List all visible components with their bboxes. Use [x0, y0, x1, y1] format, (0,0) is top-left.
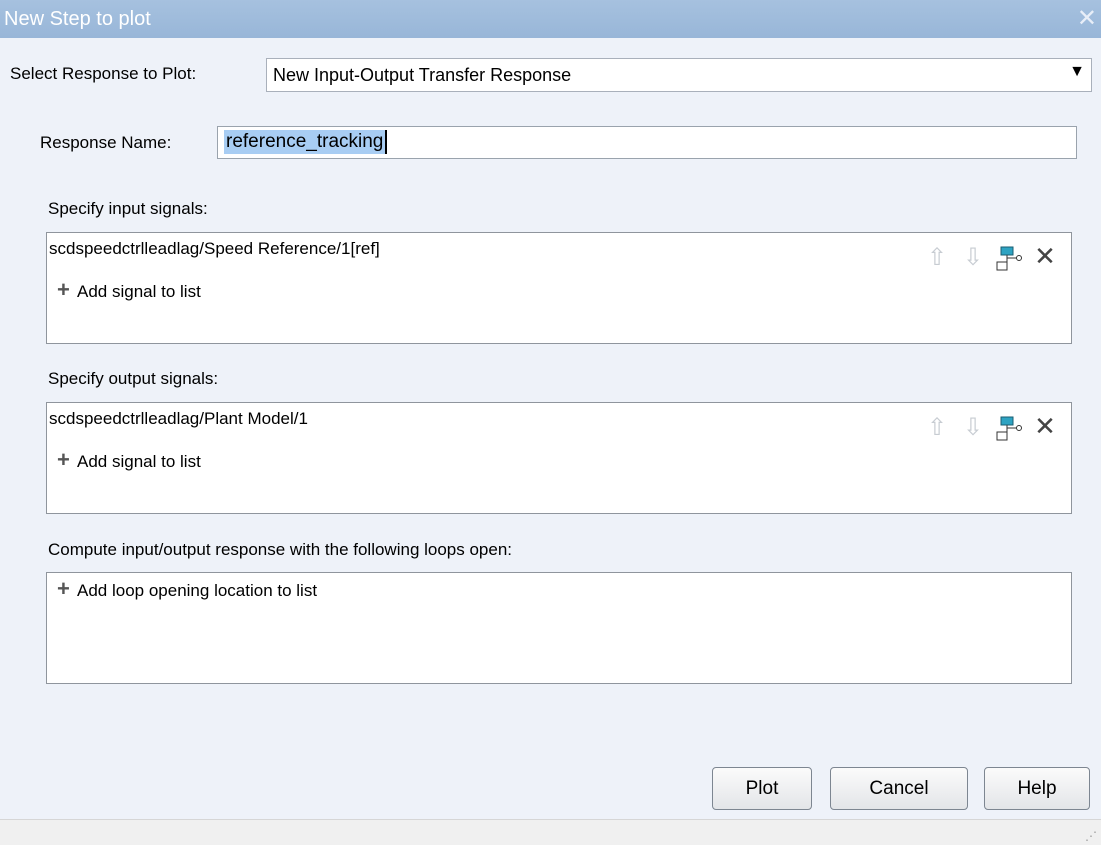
title-bar: New Step to plot ✕ — [0, 0, 1101, 38]
add-output-signal-button[interactable]: + Add signal to list — [57, 447, 201, 472]
plot-button[interactable]: Plot — [712, 767, 812, 810]
window-title: New Step to plot — [4, 8, 151, 30]
delete-icon[interactable]: ✕ — [1029, 411, 1061, 443]
response-name-input[interactable]: reference_tracking — [217, 126, 1077, 159]
move-up-icon[interactable]: ⇧ — [921, 413, 953, 445]
delete-icon[interactable]: ✕ — [1029, 241, 1061, 273]
cancel-button[interactable]: Cancel — [830, 767, 968, 810]
close-icon[interactable]: ✕ — [1077, 0, 1097, 38]
plus-icon: + — [57, 447, 70, 472]
output-signals-list: scdspeedctrlleadlag/Plant Model/1 ⇧ ⇩ ✕ + A… — [46, 402, 1072, 514]
loop-openings-list: + Add loop opening location to list — [46, 572, 1072, 684]
loop-openings-label: Compute input/output response with the f… — [48, 540, 513, 559]
select-from-model-icon[interactable] — [993, 243, 1025, 275]
output-signal-toolbar: ⇧ ⇩ ✕ — [917, 411, 1061, 445]
plus-icon: + — [57, 277, 70, 302]
add-loop-opening-label: Add loop opening location to list — [77, 581, 318, 600]
response-name-value: reference_tracking — [224, 130, 388, 154]
plus-icon: + — [57, 576, 70, 601]
response-type-value: New Input-Output Transfer Response — [273, 65, 572, 85]
add-loop-opening-button[interactable]: + Add loop opening location to list — [57, 576, 318, 601]
dropdown-arrow-icon[interactable]: ▼ — [1069, 63, 1085, 81]
help-button[interactable]: Help — [984, 767, 1090, 810]
select-response-label: Select Response to Plot: — [10, 64, 197, 83]
add-input-signal-label: Add signal to list — [77, 282, 201, 301]
status-bar: ⋰ — [0, 819, 1101, 845]
move-down-icon[interactable]: ⇩ — [957, 243, 989, 275]
response-name-label: Response Name: — [40, 133, 172, 152]
move-down-icon[interactable]: ⇩ — [957, 413, 989, 445]
input-signals-label: Specify input signals: — [48, 199, 208, 218]
output-signal-row[interactable]: scdspeedctrlleadlag/Plant Model/1 — [49, 409, 308, 429]
add-input-signal-button[interactable]: + Add signal to list — [57, 277, 201, 302]
input-signals-list: scdspeedctrlleadlag/Speed Reference/1[re… — [46, 232, 1072, 344]
select-from-model-icon[interactable] — [993, 413, 1025, 445]
input-signal-toolbar: ⇧ ⇩ ✕ — [917, 241, 1061, 275]
move-up-icon[interactable]: ⇧ — [921, 243, 953, 275]
response-type-select[interactable]: New Input-Output Transfer Response ▼ — [266, 58, 1092, 92]
new-step-dialog: New Step to plot ✕ Select Response to Pl… — [0, 0, 1101, 845]
output-signals-label: Specify output signals: — [48, 369, 219, 388]
input-signal-row[interactable]: scdspeedctrlleadlag/Speed Reference/1[re… — [49, 239, 380, 259]
resize-grip-icon[interactable]: ⋰ — [1085, 829, 1097, 843]
add-output-signal-label: Add signal to list — [77, 452, 201, 471]
